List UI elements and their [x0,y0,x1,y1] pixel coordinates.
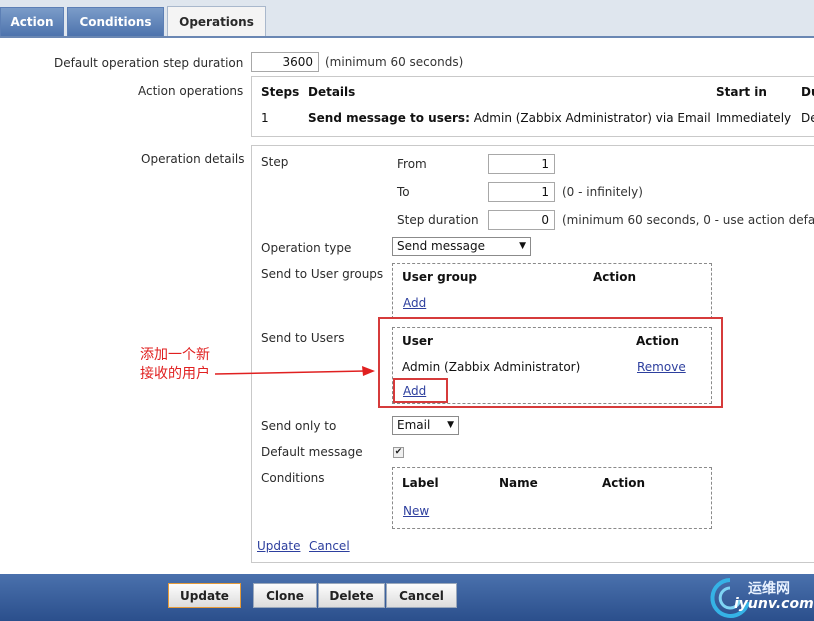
chevron-down-icon: ▼ [519,241,526,251]
tab-action-label: Action [10,15,54,29]
ops-col-details: Details [308,85,356,99]
step-duration-input[interactable]: 3600 [251,52,319,72]
annotation-text-line-2: 接收的用户 [140,366,210,382]
operation-type-select[interactable]: Send message ▼ [392,237,531,256]
ops-row-duration: De [801,111,814,125]
send-only-to-label: Send only to [261,419,337,433]
step-to-hint: (0 - infinitely) [562,185,643,199]
ops-col-steps: Steps [261,85,300,99]
tab-conditions[interactable]: Conditions [67,7,164,36]
annotation-arrow-icon [214,366,375,376]
delete-button[interactable]: Delete [318,583,385,608]
watermark-text-cn: 运维网 [748,581,790,597]
ops-row-details-rest: Admin (Zabbix Administrator) via Email [469,111,711,125]
delete-button-label: Delete [329,588,374,603]
groups-col-user-group: User group [402,270,478,284]
step-duration-label: Default operation step duration [54,56,244,70]
watermark-text-url: iyunv.com [734,596,814,612]
ops-col-duration: Du [801,85,814,99]
conditions-col-name: Name [499,476,538,490]
operation-type-label: Operation type [261,241,352,255]
operation-details-label: Operation details [141,152,245,166]
action-operations-label: Action operations [138,84,244,98]
cancel-button[interactable]: Cancel [386,583,457,608]
annotation-text-line-1: 添加一个新 [140,347,210,363]
update-operation-link[interactable]: Update [257,539,300,553]
groups-col-action: Action [593,270,637,284]
default-message-label: Default message [261,445,363,459]
conditions-col-action: Action [602,476,646,490]
send-only-to-value: Email [397,418,431,432]
annotation-add-highlight [393,378,448,403]
step-duration-input-2[interactable]: 0 [488,210,555,230]
chevron-down-icon: ▼ [447,420,454,430]
new-condition-link[interactable]: New [403,504,429,518]
send-to-users-label: Send to Users [261,331,345,345]
ops-row-step: 1 [261,111,269,125]
ops-row-start-in: Immediately [716,111,792,125]
step-duration-label-2: Step duration [397,213,479,227]
clone-button[interactable]: Clone [253,583,317,608]
default-message-checkbox[interactable]: ✔ [393,447,404,458]
step-duration-hint-2: (minimum 60 seconds, 0 - use action defa [562,213,814,227]
clone-button-label: Clone [266,588,304,603]
conditions-col-label: Label [402,476,439,490]
step-to-input[interactable]: 1 [488,182,555,202]
add-user-group-link[interactable]: Add [403,296,426,310]
tab-operations[interactable]: Operations [167,6,266,37]
to-label: To [397,185,410,199]
tab-operations-label: Operations [179,15,254,29]
conditions-label: Conditions [261,471,325,485]
cancel-button-label: Cancel [399,588,444,603]
ops-row-details: Send message to users: Admin (Zabbix Adm… [308,111,711,125]
ops-row-details-bold: Send message to users: [308,111,470,125]
cancel-operation-link[interactable]: Cancel [309,539,350,553]
step-label: Step [261,155,289,169]
operation-type-value: Send message [397,239,485,253]
from-label: From [397,157,427,171]
conditions-table [392,467,712,529]
update-button-label: Update [180,588,229,603]
step-from-input[interactable]: 1 [488,154,555,174]
send-to-user-groups-label: Send to User groups [261,267,384,281]
ops-col-start-in: Start in [716,85,767,99]
tab-conditions-label: Conditions [79,15,152,29]
tab-action[interactable]: Action [0,7,64,36]
send-only-to-select[interactable]: Email ▼ [392,416,459,435]
step-duration-hint: (minimum 60 seconds) [325,55,464,69]
update-button[interactable]: Update [168,583,241,608]
